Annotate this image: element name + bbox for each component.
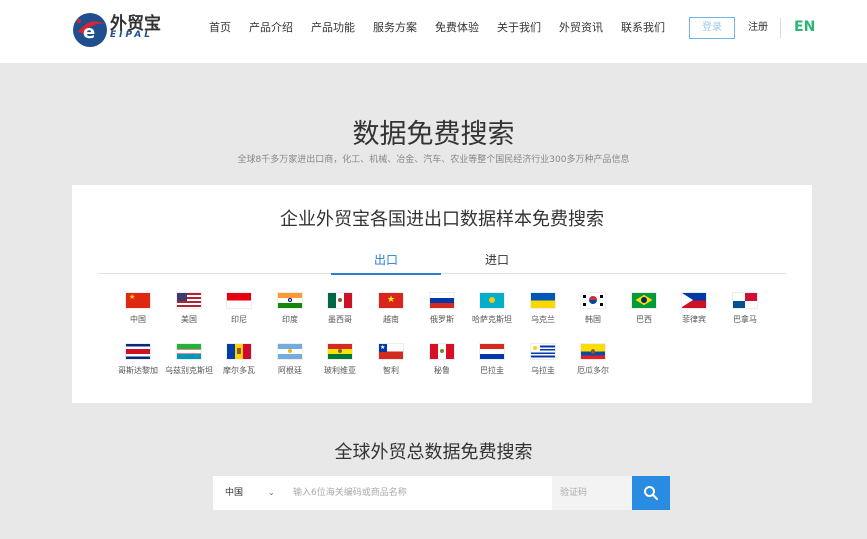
country-vietnam[interactable]: ★ 越南: [366, 293, 416, 325]
tab-import[interactable]: 进口: [442, 249, 552, 275]
country-philippines[interactable]: 菲律宾: [669, 293, 719, 325]
country-ecuador[interactable]: 厄瓜多尔: [568, 344, 618, 376]
country-uzbekistan[interactable]: 乌兹别克斯坦: [164, 344, 214, 376]
country-brazil[interactable]: 巴西: [619, 293, 669, 325]
country-select-value: 中国: [225, 488, 244, 498]
kazakhstan-flag-icon: [480, 293, 504, 308]
login-button[interactable]: 登录: [689, 17, 735, 39]
chile-flag-icon: ★: [379, 344, 403, 359]
tab-export[interactable]: 出口: [331, 249, 441, 275]
svg-text:e: e: [83, 22, 95, 43]
register-link[interactable]: 注册: [748, 17, 768, 39]
indonesia-flag-icon: [227, 293, 251, 308]
page-subtitle: 全球8千多万家进出口商，化工、机械、冶金、汽车、农业等整个国民经济行业300多万…: [237, 155, 630, 165]
search-button[interactable]: [632, 476, 670, 510]
global-search-title: 全球外贸总数据免费搜索: [334, 442, 533, 463]
search-icon: [644, 486, 658, 500]
sample-search-card: 企业外贸宝各国进出口数据样本免费搜索 出口 进口 ★ 中国 美国 印尼 印度 墨…: [72, 185, 812, 403]
argentina-flag-icon: [278, 344, 302, 359]
card-title: 企业外贸宝各国进出口数据样本免费搜索: [280, 209, 604, 230]
country-indonesia[interactable]: 印尼: [214, 293, 264, 325]
moldova-flag-icon: [227, 344, 251, 359]
country-china[interactable]: ★ 中国: [113, 293, 163, 325]
country-india[interactable]: 印度: [265, 293, 315, 325]
uruguay-flag-icon: [531, 344, 555, 359]
ukraine-flag-icon: [531, 293, 555, 308]
uzbekistan-flag-icon: [177, 344, 201, 359]
country-russia[interactable]: 俄罗斯: [417, 293, 467, 325]
chevron-down-icon[interactable]: ⌄: [268, 476, 275, 510]
paraguay-flag-icon: [480, 344, 504, 359]
country-mexico[interactable]: 墨西哥: [315, 293, 365, 325]
header-divider: [780, 18, 781, 38]
costa-rica-flag-icon: [126, 344, 150, 359]
page-title: 数据免费搜索: [352, 119, 515, 150]
country-panama[interactable]: 巴拿马: [720, 293, 770, 325]
country-costa-rica[interactable]: 哥斯达黎加: [113, 344, 163, 376]
keyword-input[interactable]: [283, 476, 551, 510]
logo-icon[interactable]: e: [70, 10, 110, 50]
country-kazakhstan[interactable]: 哈萨克斯坦: [467, 293, 517, 325]
country-korea[interactable]: 韩国: [568, 293, 618, 325]
country-argentina[interactable]: 阿根廷: [265, 344, 315, 376]
usa-flag-icon: [177, 293, 201, 308]
country-usa[interactable]: 美国: [164, 293, 214, 325]
philippines-flag-icon: [682, 293, 706, 308]
peru-flag-icon: [430, 344, 454, 359]
header: e 外贸宝 EIPAL 首页 产品介绍 产品功能 服务方案 免费体验 关于我们 …: [0, 0, 867, 63]
country-bolivia[interactable]: 玻利维亚: [315, 344, 365, 376]
nav-free-trial[interactable]: 免费体验: [426, 0, 488, 56]
nav-features[interactable]: 产品功能: [302, 0, 364, 56]
country-peru[interactable]: 秘鲁: [417, 344, 467, 376]
nav-products[interactable]: 产品介绍: [240, 0, 302, 56]
ecuador-flag-icon: [581, 344, 605, 359]
india-flag-icon: [278, 293, 302, 308]
language-switch[interactable]: EN: [794, 15, 815, 39]
nav-contact[interactable]: 联系我们: [612, 0, 674, 56]
captcha-input[interactable]: [552, 476, 632, 510]
nav-about[interactable]: 关于我们: [488, 0, 550, 56]
china-flag-icon: ★: [126, 293, 150, 308]
mexico-flag-icon: [328, 293, 352, 308]
bolivia-flag-icon: [328, 344, 352, 359]
brazil-flag-icon: [632, 293, 656, 308]
nav-solutions[interactable]: 服务方案: [364, 0, 426, 56]
korea-flag-icon: [581, 293, 605, 308]
russia-flag-icon: [430, 293, 454, 308]
country-chile[interactable]: ★ 智利: [366, 344, 416, 376]
nav-home[interactable]: 首页: [200, 0, 240, 56]
main-nav: 首页 产品介绍 产品功能 服务方案 免费体验 关于我们 外贸资讯 联系我们: [200, 0, 674, 56]
logo-subtext: EIPAL: [110, 30, 153, 40]
country-uruguay[interactable]: 乌拉圭: [518, 344, 568, 376]
country-moldova[interactable]: 摩尔多瓦: [214, 344, 264, 376]
panama-flag-icon: [733, 293, 757, 308]
country-ukraine[interactable]: 乌克兰: [518, 293, 568, 325]
nav-news[interactable]: 外贸资讯: [550, 0, 612, 56]
search-bar: 中国 ⌄: [213, 476, 670, 510]
vietnam-flag-icon: ★: [379, 293, 403, 308]
country-paraguay[interactable]: 巴拉圭: [467, 344, 517, 376]
